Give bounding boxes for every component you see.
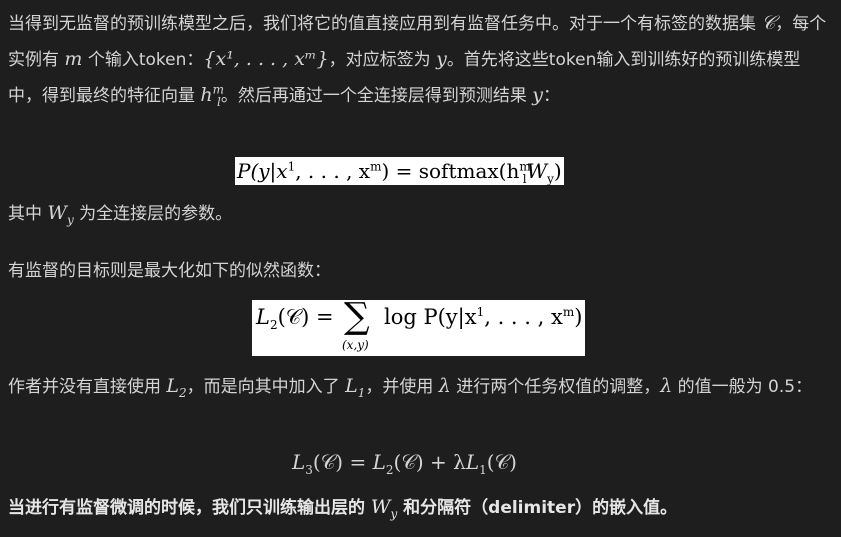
paragraph-weights: 其中 Wy 为全连接层的参数。: [8, 202, 233, 227]
equation-l2: L2(𝒞) = ∑ (x,y) log P(y|x1, . . . , xm): [252, 296, 585, 361]
w-symbol: Wy: [47, 202, 74, 227]
h-symbol: hml: [200, 82, 225, 109]
equation-l3: L3(𝒞) = L2(𝒞) + λL1(𝒞): [292, 450, 517, 477]
text: ，对应标签为: [328, 50, 437, 70]
l2-symbol: L2: [166, 375, 187, 400]
text: ：: [543, 86, 561, 106]
paragraph-combined-loss: 作者并没有直接使用 L2，而是向其中加入了 L1，并使用 λ 进行两个任务权值的…: [8, 375, 813, 400]
text: 个输入token：: [82, 50, 204, 70]
paragraph-fine-tuning-intro: 当得到无监督的预训练模型之后，我们将它的值直接应用到有监督任务中。对于一个有标签…: [8, 6, 834, 114]
lambda-symbol: λ: [438, 375, 451, 397]
dataset-symbol: 𝒞: [761, 12, 776, 34]
l1-symbol: L1: [345, 375, 366, 400]
w-symbol: Wy: [370, 496, 398, 521]
token-set: {x¹, . . . , xᵐ}: [203, 48, 329, 70]
equation-softmax: P(y|x1, . . . , xm) = softmax(hmlWy): [235, 157, 564, 185]
text: 当得到无监督的预训练模型之后，我们将它的值直接应用到有监督任务中。对于一个有标签…: [8, 14, 762, 34]
equation-box: P(y|x1, . . . , xm) = softmax(hmlWy): [235, 157, 564, 186]
m-symbol: m: [64, 48, 83, 70]
text: 。然后再通过一个全连接层得到预测结果: [220, 86, 533, 106]
paragraph-objective: 有监督的目标则是最大化如下的似然函数：: [8, 261, 331, 281]
y-symbol: y: [532, 84, 544, 106]
lambda-symbol: λ: [660, 375, 673, 397]
document-page: 当得到无监督的预训练模型之后，我们将它的值直接应用到有监督任务中。对于一个有标签…: [0, 0, 841, 537]
y-symbol: y: [436, 48, 447, 70]
paragraph-fine-tune-note: 当进行有监督微调的时候，我们只训练输出层的 Wy 和分隔符（delimiter）…: [8, 496, 678, 521]
equation-box: L2(𝒞) = ∑ (x,y) log P(y|x1, . . . , xm): [252, 296, 585, 356]
